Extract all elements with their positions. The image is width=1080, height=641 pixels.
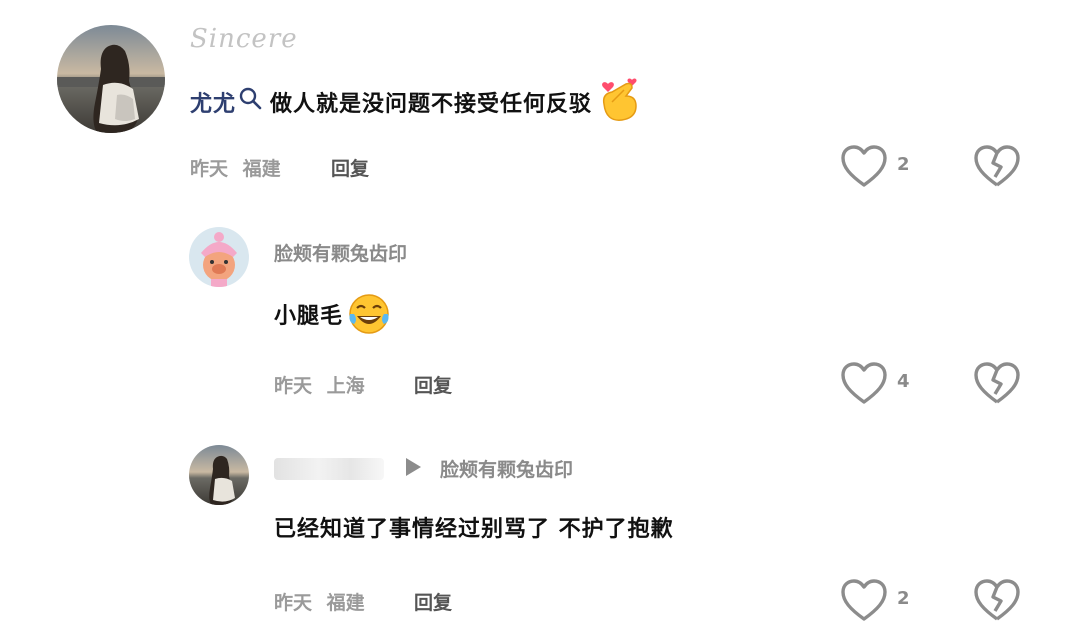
like-count: 2 [897, 154, 910, 175]
comment-meta: 昨天 福建 [274, 588, 365, 615]
broken-heart-icon [974, 362, 1020, 404]
avatar-image [57, 25, 165, 133]
like-count: 2 [897, 588, 910, 609]
comment-text: 已经知道了事情经过别骂了 不护了抱歉 [274, 517, 674, 542]
timestamp: 昨天 [190, 158, 229, 180]
comment-meta: 昨天 上海 [274, 371, 365, 398]
location: 上海 [326, 375, 365, 397]
comment-text-line: 尤尤 做人就是没问题不接受任何反驳 [190, 78, 646, 126]
reply-header: 脸颊有颗兔齿印 [274, 455, 573, 482]
comment-item: Sincere 尤尤 做人就是没问题不接受任何反驳 昨天 福建 回复 2 [0, 0, 1080, 210]
timestamp: 昨天 [274, 592, 313, 614]
mention-link[interactable]: 尤尤 [190, 86, 236, 118]
comment-text: 做人就是没问题不接受任何反驳 [270, 92, 593, 117]
like-count: 4 [897, 371, 910, 392]
dislike-button[interactable] [973, 579, 1021, 623]
dislike-button[interactable] [973, 145, 1021, 189]
comment-meta: 昨天 福建 [190, 154, 281, 181]
broken-heart-icon [974, 579, 1020, 621]
heart-icon [841, 579, 887, 621]
username[interactable]: Sincere [190, 24, 298, 54]
reply-button[interactable]: 回复 [331, 154, 369, 181]
broken-heart-icon [974, 145, 1020, 187]
reply-to-username[interactable]: 脸颊有颗兔齿印 [440, 455, 573, 482]
username[interactable]: 脸颊有颗兔齿印 [274, 239, 407, 266]
heart-icon [841, 145, 887, 187]
reply-button[interactable]: 回复 [414, 588, 452, 615]
blurred-username[interactable] [274, 457, 384, 480]
heart-icon [841, 362, 887, 404]
search-icon[interactable] [238, 86, 264, 112]
avatar[interactable] [57, 25, 165, 133]
finger-heart-emoji-icon [594, 74, 646, 122]
comment-text-line: 小腿毛 [274, 290, 393, 338]
avatar-image [189, 445, 249, 505]
like-button[interactable] [840, 145, 888, 189]
like-button[interactable] [840, 362, 888, 406]
reply-item: 脸颊有颗兔齿印 小腿毛 昨天 上海 回复 4 [0, 210, 1080, 425]
location: 福建 [326, 592, 365, 614]
comment-text: 小腿毛 [274, 304, 344, 329]
timestamp: 昨天 [274, 375, 313, 397]
tears-of-joy-emoji-icon [345, 290, 393, 338]
dislike-button[interactable] [973, 362, 1021, 406]
avatar[interactable] [189, 227, 249, 287]
like-button[interactable] [840, 579, 888, 623]
location: 福建 [242, 158, 281, 180]
reply-button[interactable]: 回复 [414, 371, 452, 398]
play-arrow-icon [404, 457, 422, 481]
reply-item: 脸颊有颗兔齿印 已经知道了事情经过别骂了 不护了抱歉 昨天 福建 回复 2 [0, 425, 1080, 641]
avatar-image [189, 227, 249, 287]
avatar[interactable] [189, 445, 249, 505]
